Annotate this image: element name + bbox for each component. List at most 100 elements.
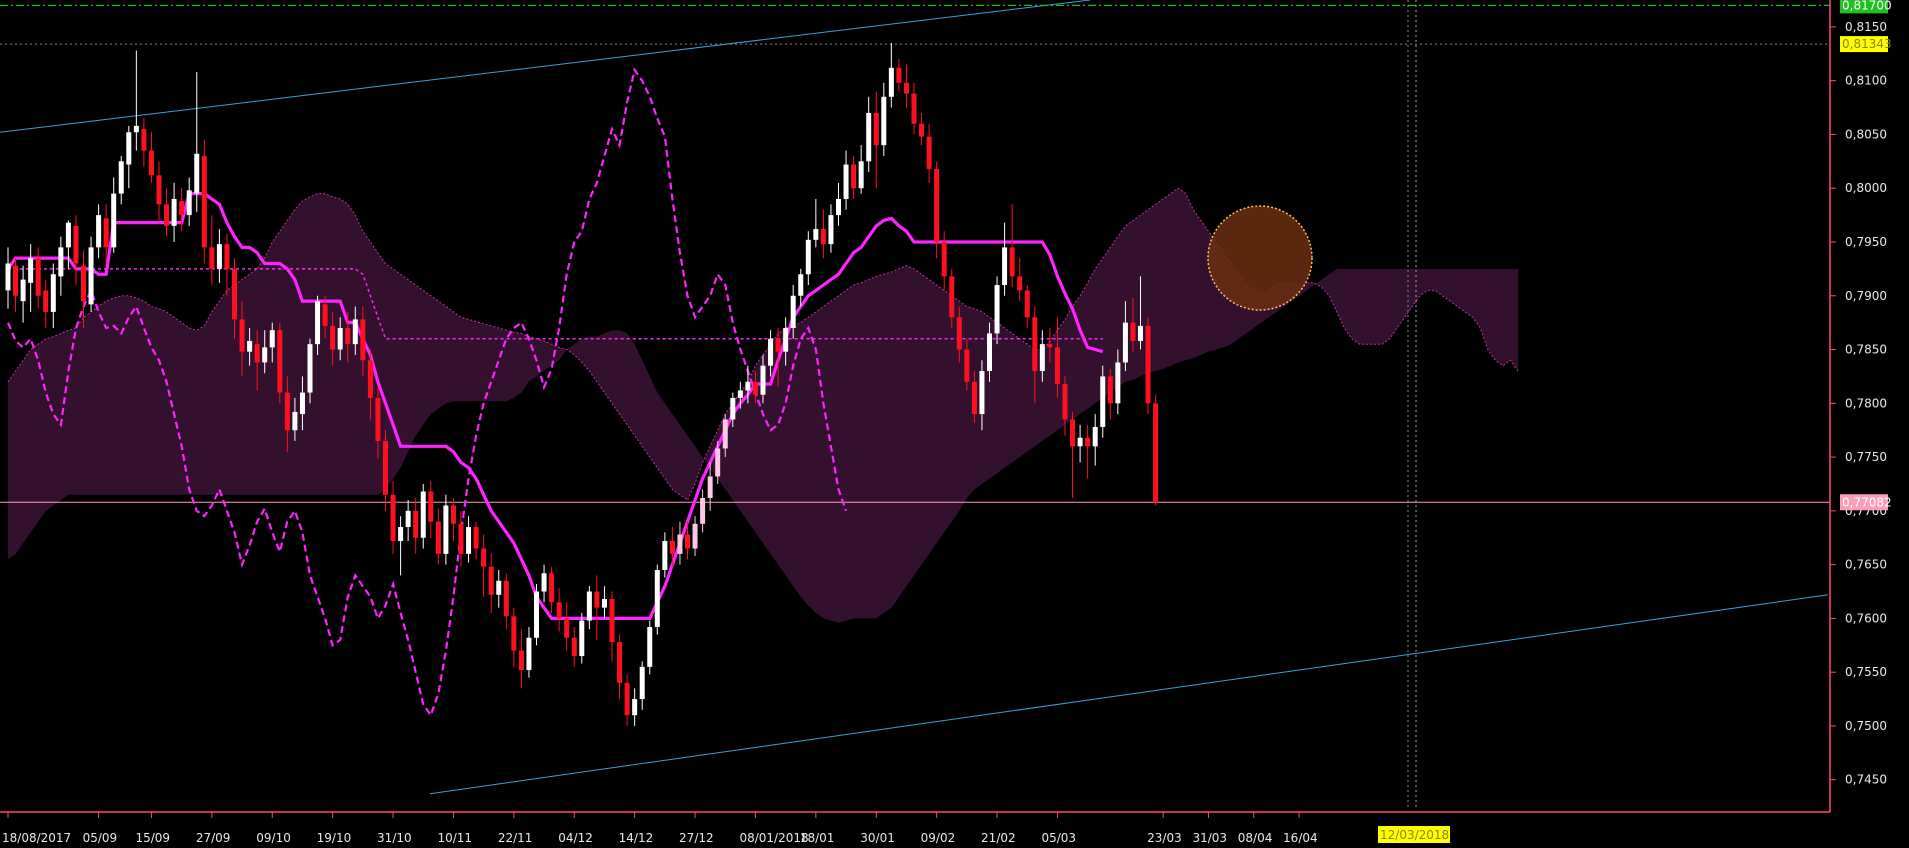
candle-bear: [971, 381, 977, 415]
candle-bear: [473, 526, 479, 549]
candle-bull: [722, 419, 728, 449]
candle-bear: [224, 244, 230, 269]
y-tick-label: 0,7600: [1845, 611, 1887, 625]
candle-bull: [526, 637, 532, 671]
candle-bull: [798, 274, 804, 296]
candle-bear: [367, 360, 373, 398]
candle-bear: [1085, 437, 1091, 447]
candle-bull: [1115, 362, 1121, 404]
candle-bear: [141, 129, 147, 151]
highlight-circle: [1207, 205, 1313, 311]
candle-bull: [662, 540, 668, 571]
candle-bear: [911, 93, 917, 124]
candle-bull: [760, 365, 766, 395]
candle-bull: [126, 132, 132, 165]
candle-bear: [277, 330, 283, 393]
x-tick-label: 08/04: [1238, 831, 1273, 845]
candle-bear: [81, 265, 86, 302]
x-tick-label: 30/01: [860, 831, 895, 845]
candle-bear: [13, 265, 19, 296]
candle-bear: [511, 616, 517, 651]
candle-bull: [398, 526, 404, 541]
candle-bear: [413, 510, 419, 538]
candle-bear: [254, 344, 260, 363]
candle-bull: [730, 397, 736, 420]
candle-bear: [390, 494, 396, 541]
candle-bear: [1054, 347, 1060, 384]
candle-bear: [919, 123, 925, 137]
candle-bull: [715, 448, 721, 477]
candle-bull: [994, 285, 1000, 334]
candle-bull: [745, 381, 751, 391]
x-tick-label: 18/08/2017: [2, 831, 71, 845]
candle-bull: [133, 125, 139, 133]
y-tick-label: 0,8000: [1845, 181, 1887, 195]
candle-bull: [586, 591, 592, 621]
candle-bear: [458, 523, 464, 554]
candle-bear: [164, 204, 170, 226]
candle-bull: [405, 510, 411, 527]
candle-bear: [594, 591, 600, 608]
candle-bull: [118, 161, 124, 194]
candle-bear: [1062, 383, 1068, 420]
candle-bear: [903, 82, 909, 94]
x-tick-label: 04/12: [558, 831, 593, 845]
candle-bull: [96, 215, 102, 248]
candle-bull: [20, 279, 26, 302]
candle-bull: [579, 620, 585, 657]
candle-bear: [571, 637, 577, 657]
x-tick-label: 09/02: [921, 831, 956, 845]
candle-bear: [1107, 376, 1113, 404]
candle-bull: [979, 371, 985, 415]
candle-bear: [752, 381, 758, 395]
y-tick-label: 0,8150: [1845, 20, 1887, 34]
candle-bull: [443, 505, 449, 554]
candle-bear: [851, 164, 857, 189]
candle-bear: [239, 319, 245, 352]
ichimoku-candlestick-chart[interactable]: 0,8150 0,8100 0,8050 0,8000 0,7950 0,7900 0,78…: [0, 0, 1909, 848]
candle-bear: [1024, 290, 1030, 318]
candle-bull: [111, 193, 117, 248]
candle-bull: [858, 161, 864, 189]
candle-bull: [315, 301, 321, 345]
candle-bull: [866, 112, 872, 162]
y-tick-label: 0,7550: [1845, 665, 1887, 679]
x-tick-label: 31/03: [1192, 831, 1227, 845]
candle-bull: [269, 330, 275, 348]
candle-bull: [677, 534, 683, 554]
candle-bear: [556, 602, 562, 619]
cursor-date-tag: 12/03/2018: [1380, 828, 1449, 842]
candle-bear: [949, 276, 955, 318]
candle-bear: [428, 491, 434, 522]
candle-bear: [941, 241, 947, 277]
candle-bear: [609, 599, 615, 643]
candle-bull: [790, 295, 796, 329]
candle-bull: [216, 244, 222, 269]
candle-bull: [836, 198, 841, 216]
candle-bear: [435, 521, 441, 554]
candle-bear: [330, 325, 336, 350]
candle-bear: [1009, 247, 1015, 277]
candle-bear: [35, 258, 41, 296]
candle-bear: [156, 175, 162, 205]
x-tick-label: 27/12: [679, 831, 714, 845]
x-tick-label: 10/11: [437, 831, 472, 845]
candle-bear: [450, 505, 456, 524]
candle-bull: [639, 666, 645, 700]
candle-bull: [65, 222, 71, 248]
candle-bull: [292, 411, 298, 431]
candle-bear: [1047, 344, 1053, 348]
y-tick-label: 0,7500: [1845, 719, 1887, 733]
candle-bull: [420, 491, 426, 538]
candle-bear: [503, 580, 509, 617]
candle-bear: [873, 112, 879, 146]
candle-bull: [632, 699, 638, 716]
candle-bull: [888, 67, 894, 97]
candle-bull: [601, 599, 607, 608]
candle-bear: [284, 392, 290, 431]
candle-bull: [88, 247, 94, 305]
chart-container[interactable]: 0,8150 0,8100 0,8050 0,8000 0,7950 0,7900 0,78…: [0, 0, 1909, 848]
candle-bull: [1039, 344, 1045, 372]
x-tick-label: 22/11: [498, 831, 533, 845]
candle-bear: [669, 540, 675, 554]
